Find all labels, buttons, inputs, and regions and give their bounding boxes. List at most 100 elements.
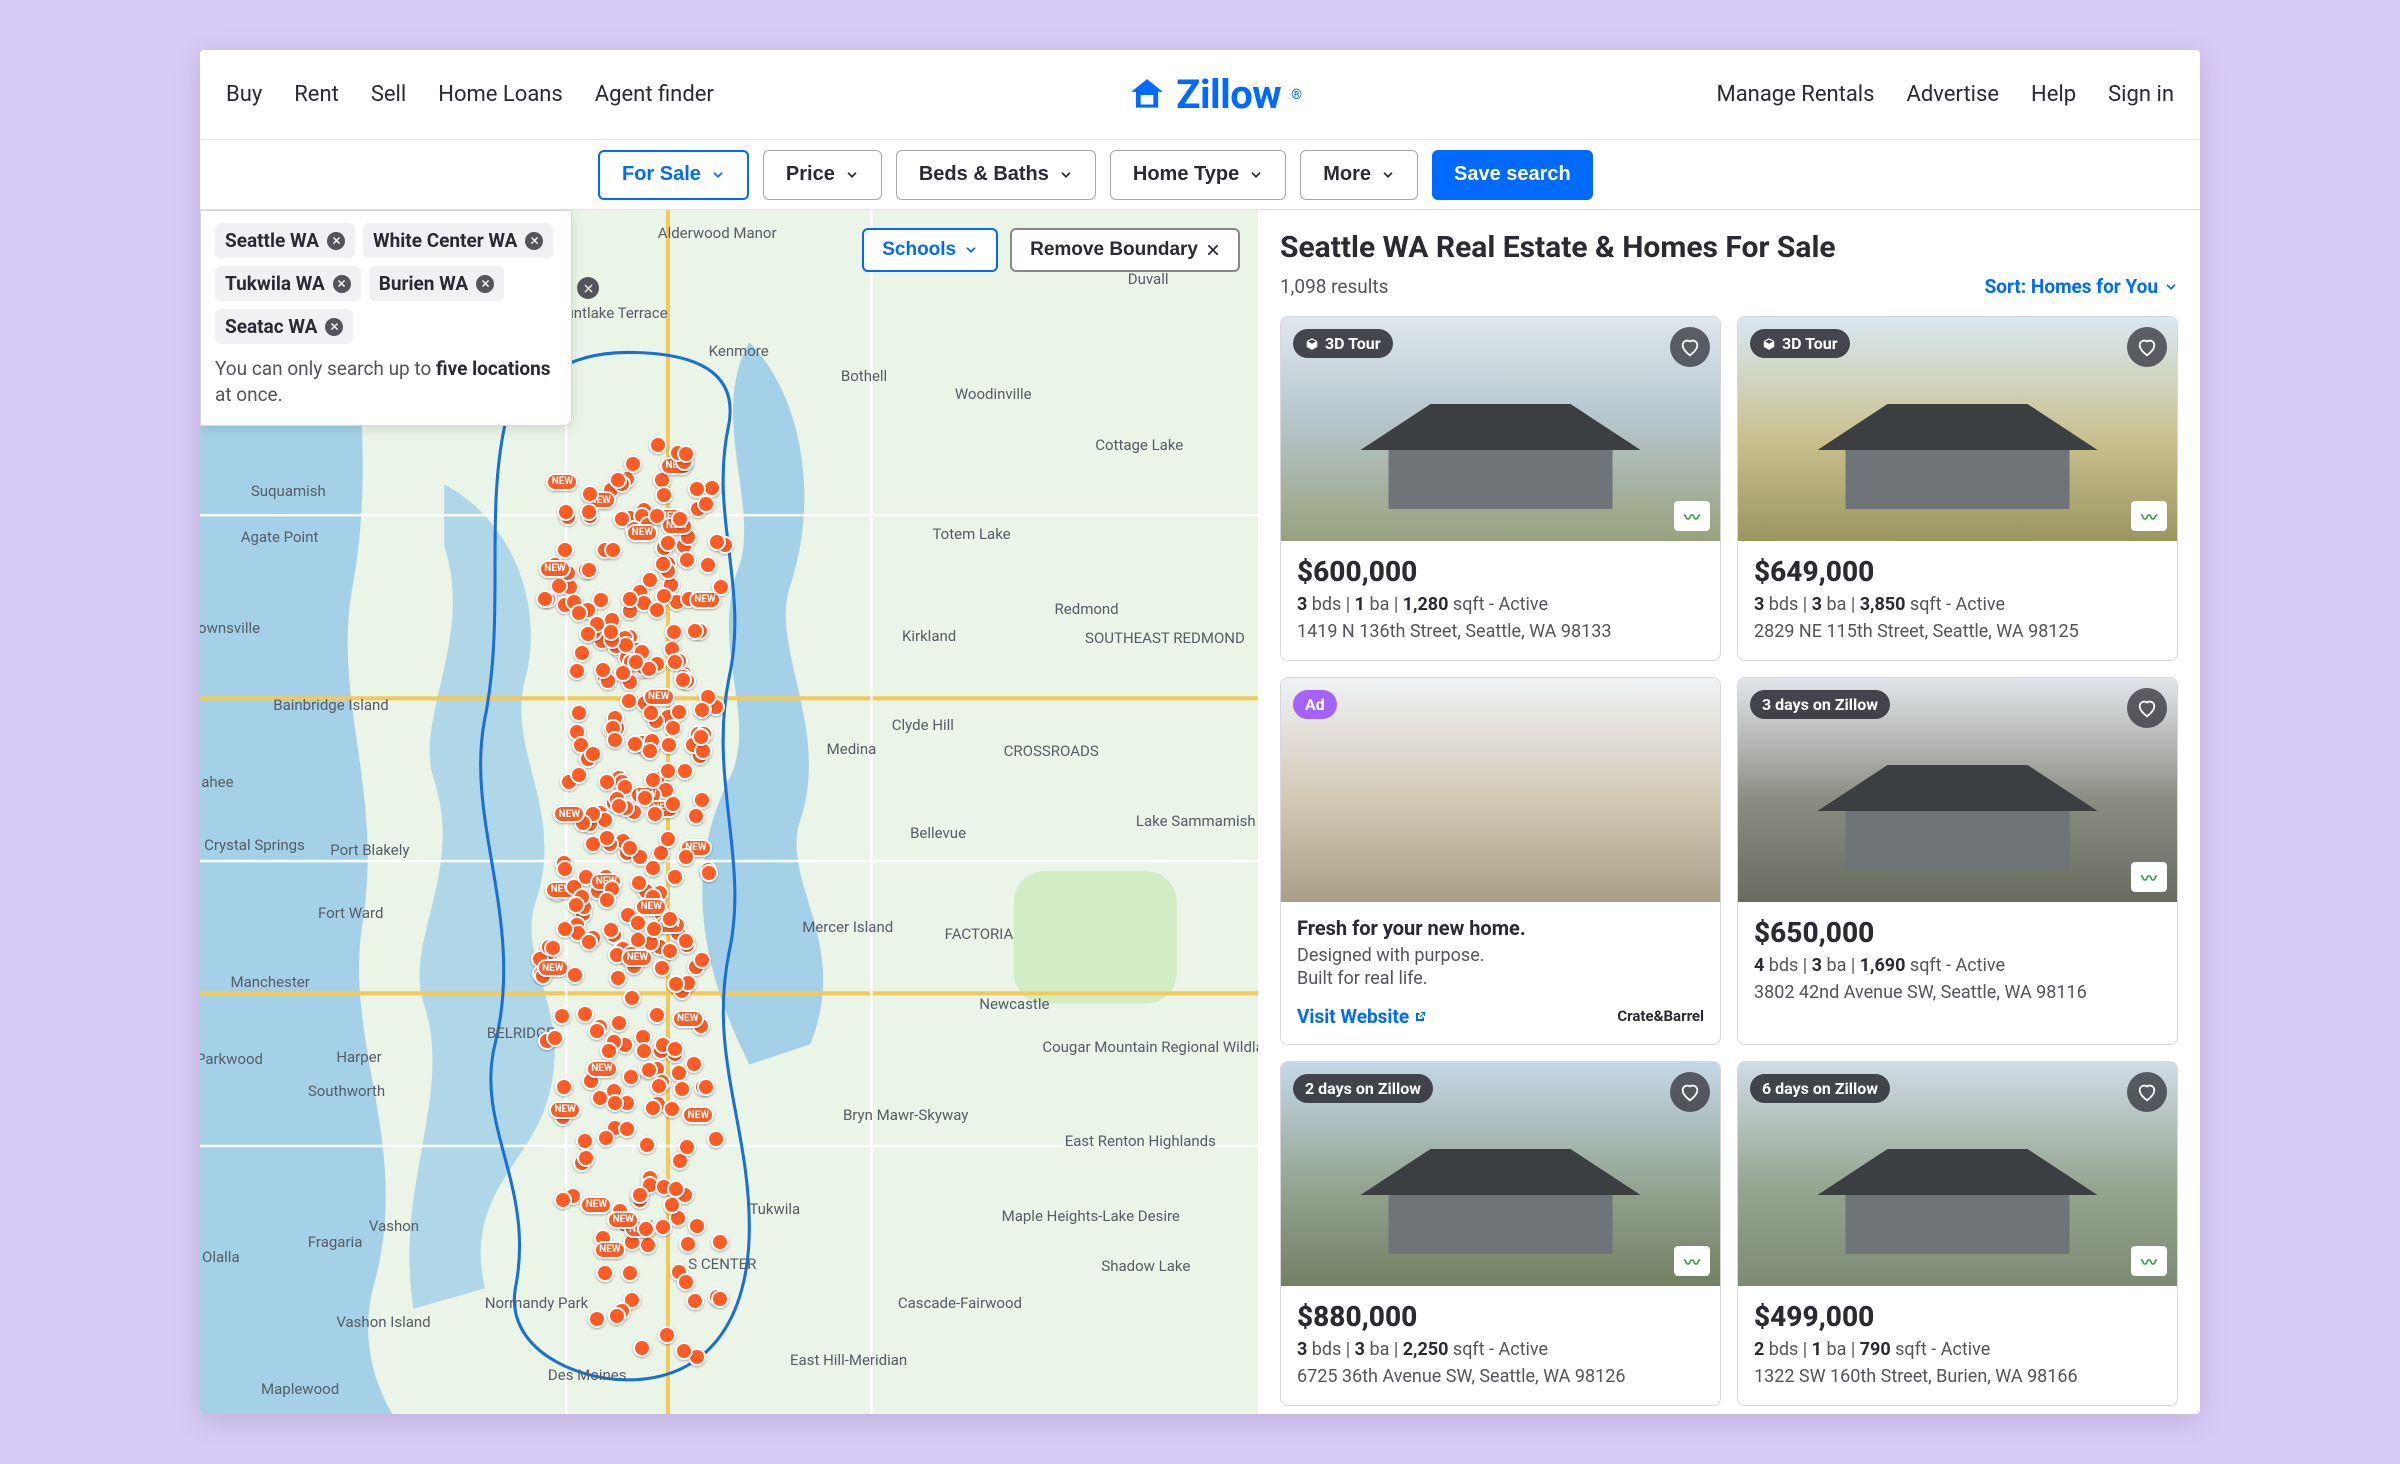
map-pin-new[interactable]: NEW: [549, 1101, 581, 1119]
map-pin[interactable]: [576, 1005, 594, 1023]
map-pin[interactable]: [659, 534, 677, 552]
map-pin[interactable]: [693, 951, 711, 969]
map-pin[interactable]: [604, 541, 622, 559]
remove-tag-icon[interactable]: [327, 232, 345, 250]
map-pin[interactable]: [658, 1326, 676, 1344]
map-pin[interactable]: [677, 848, 695, 866]
map-pin[interactable]: [644, 859, 662, 877]
map-pin[interactable]: [553, 1007, 571, 1025]
map-pin[interactable]: [644, 1099, 662, 1117]
map-pin[interactable]: [667, 1180, 685, 1198]
favorite-button[interactable]: [1670, 1072, 1710, 1112]
map-pin[interactable]: [556, 860, 574, 878]
search-tag[interactable]: White Center WA: [363, 223, 553, 258]
map-pin[interactable]: [707, 1130, 725, 1148]
map-pin-new[interactable]: NEW: [672, 1010, 704, 1028]
map-pin[interactable]: [664, 719, 682, 737]
map-pin[interactable]: [659, 830, 677, 848]
map-pin[interactable]: [577, 1149, 595, 1167]
schools-button[interactable]: Schools: [862, 228, 998, 272]
favorite-button[interactable]: [1670, 327, 1710, 367]
map-pin[interactable]: [654, 1218, 672, 1236]
map-pin[interactable]: [554, 1191, 572, 1209]
map-pin[interactable]: [598, 829, 616, 847]
results-pane[interactable]: Seattle WA Real Estate & Homes For Sale …: [1258, 210, 2200, 1414]
map-pane[interactable]: EdmondsAlderwood ManorMaltbyDuvallEspera…: [200, 210, 1258, 1414]
map-pin[interactable]: [606, 731, 624, 749]
map-pin[interactable]: [666, 653, 684, 671]
map-pin[interactable]: [700, 864, 718, 882]
map-pin[interactable]: [633, 1339, 651, 1357]
map-pin[interactable]: [579, 625, 597, 643]
nav-sell[interactable]: Sell: [371, 82, 406, 107]
map-pin[interactable]: [666, 868, 684, 886]
map-pin[interactable]: [556, 541, 574, 559]
map-pin[interactable]: [600, 1042, 618, 1060]
ad-cta-link[interactable]: Visit Website: [1297, 1005, 1426, 1028]
map-pin[interactable]: [609, 471, 627, 489]
map-pin[interactable]: [584, 745, 602, 763]
map-pin[interactable]: [661, 910, 679, 928]
map-pin[interactable]: [664, 795, 682, 813]
map-pin[interactable]: [697, 1078, 715, 1096]
map-pin[interactable]: [712, 578, 730, 596]
remove-tag-icon[interactable]: [525, 232, 543, 250]
map-pin-new[interactable]: NEW: [539, 560, 571, 578]
map-pin[interactable]: [640, 1061, 658, 1079]
map-pin[interactable]: [645, 920, 663, 938]
listing-card[interactable]: 2 days on Zillow 〰 $880,000 3 bds | 3 ba…: [1280, 1061, 1721, 1406]
map-pin[interactable]: [620, 692, 638, 710]
map-pin[interactable]: [653, 959, 671, 977]
map-pin[interactable]: [711, 1233, 729, 1251]
map-pin-new[interactable]: NEW: [586, 1060, 618, 1078]
map-pin[interactable]: [646, 805, 664, 823]
remove-tag-icon[interactable]: [333, 275, 351, 293]
remove-tag-icon[interactable]: [325, 318, 343, 336]
map-pin[interactable]: [555, 1078, 573, 1096]
search-tag[interactable]: Seattle WA: [215, 223, 355, 258]
filter-home-type[interactable]: Home Type: [1110, 150, 1286, 200]
map-pin[interactable]: [637, 1220, 655, 1238]
search-tag[interactable]: Seatac WA: [215, 309, 353, 344]
map-pin[interactable]: [650, 1077, 668, 1095]
map-pin[interactable]: [659, 762, 677, 780]
ad-card[interactable]: Ad Fresh for your new home. Designed wit…: [1280, 677, 1721, 1045]
map-pin[interactable]: [606, 1094, 624, 1112]
nav-help[interactable]: Help: [2031, 82, 2076, 107]
map-pin-new[interactable]: NEW: [682, 1106, 714, 1124]
nav-buy[interactable]: Buy: [226, 82, 262, 107]
filter-more[interactable]: More: [1300, 150, 1418, 200]
map-pin[interactable]: [642, 704, 660, 722]
map-pin[interactable]: [639, 1236, 657, 1254]
map-pin[interactable]: [621, 590, 639, 608]
map-pin[interactable]: [546, 1029, 564, 1047]
sort-dropdown[interactable]: Sort: Homes for You: [1985, 275, 2178, 298]
map-pin-new[interactable]: NEW: [643, 688, 675, 706]
map-pin[interactable]: [686, 1292, 704, 1310]
map-pin[interactable]: [678, 551, 696, 569]
map-pin[interactable]: [699, 556, 717, 574]
listing-card[interactable]: 6 days on Zillow 〰 $499,000 2 bds | 1 ba…: [1737, 1061, 2178, 1406]
map-pin[interactable]: [677, 1273, 695, 1291]
nav-advertise[interactable]: Advertise: [1907, 82, 2000, 107]
map-pin[interactable]: [654, 555, 672, 573]
map-pin[interactable]: [576, 1132, 594, 1150]
map-pin[interactable]: [708, 533, 726, 551]
map-pin[interactable]: [610, 1014, 628, 1032]
map-pin-new[interactable]: NEW: [537, 959, 569, 977]
map-pin[interactable]: [635, 1042, 653, 1060]
map-pin-new[interactable]: NEW: [546, 473, 578, 491]
listing-card[interactable]: 3 days on Zillow 〰 $650,000 4 bds | 3 ba…: [1737, 677, 2178, 1045]
nav-rent[interactable]: Rent: [294, 82, 339, 107]
map-pin[interactable]: [685, 1055, 703, 1073]
map-pin[interactable]: [673, 1080, 691, 1098]
map-pin[interactable]: [693, 701, 711, 719]
remove-tag-icon[interactable]: [476, 275, 494, 293]
map-pin[interactable]: [580, 503, 598, 521]
map-pin[interactable]: [598, 891, 616, 909]
map-pin[interactable]: [602, 623, 620, 641]
map-pin[interactable]: [655, 486, 673, 504]
map-pin[interactable]: [588, 1022, 606, 1040]
map-pin[interactable]: [609, 969, 627, 987]
listing-card[interactable]: 3D Tour 〰 $649,000 3 bds | 3 ba | 3,850 …: [1737, 316, 2178, 661]
